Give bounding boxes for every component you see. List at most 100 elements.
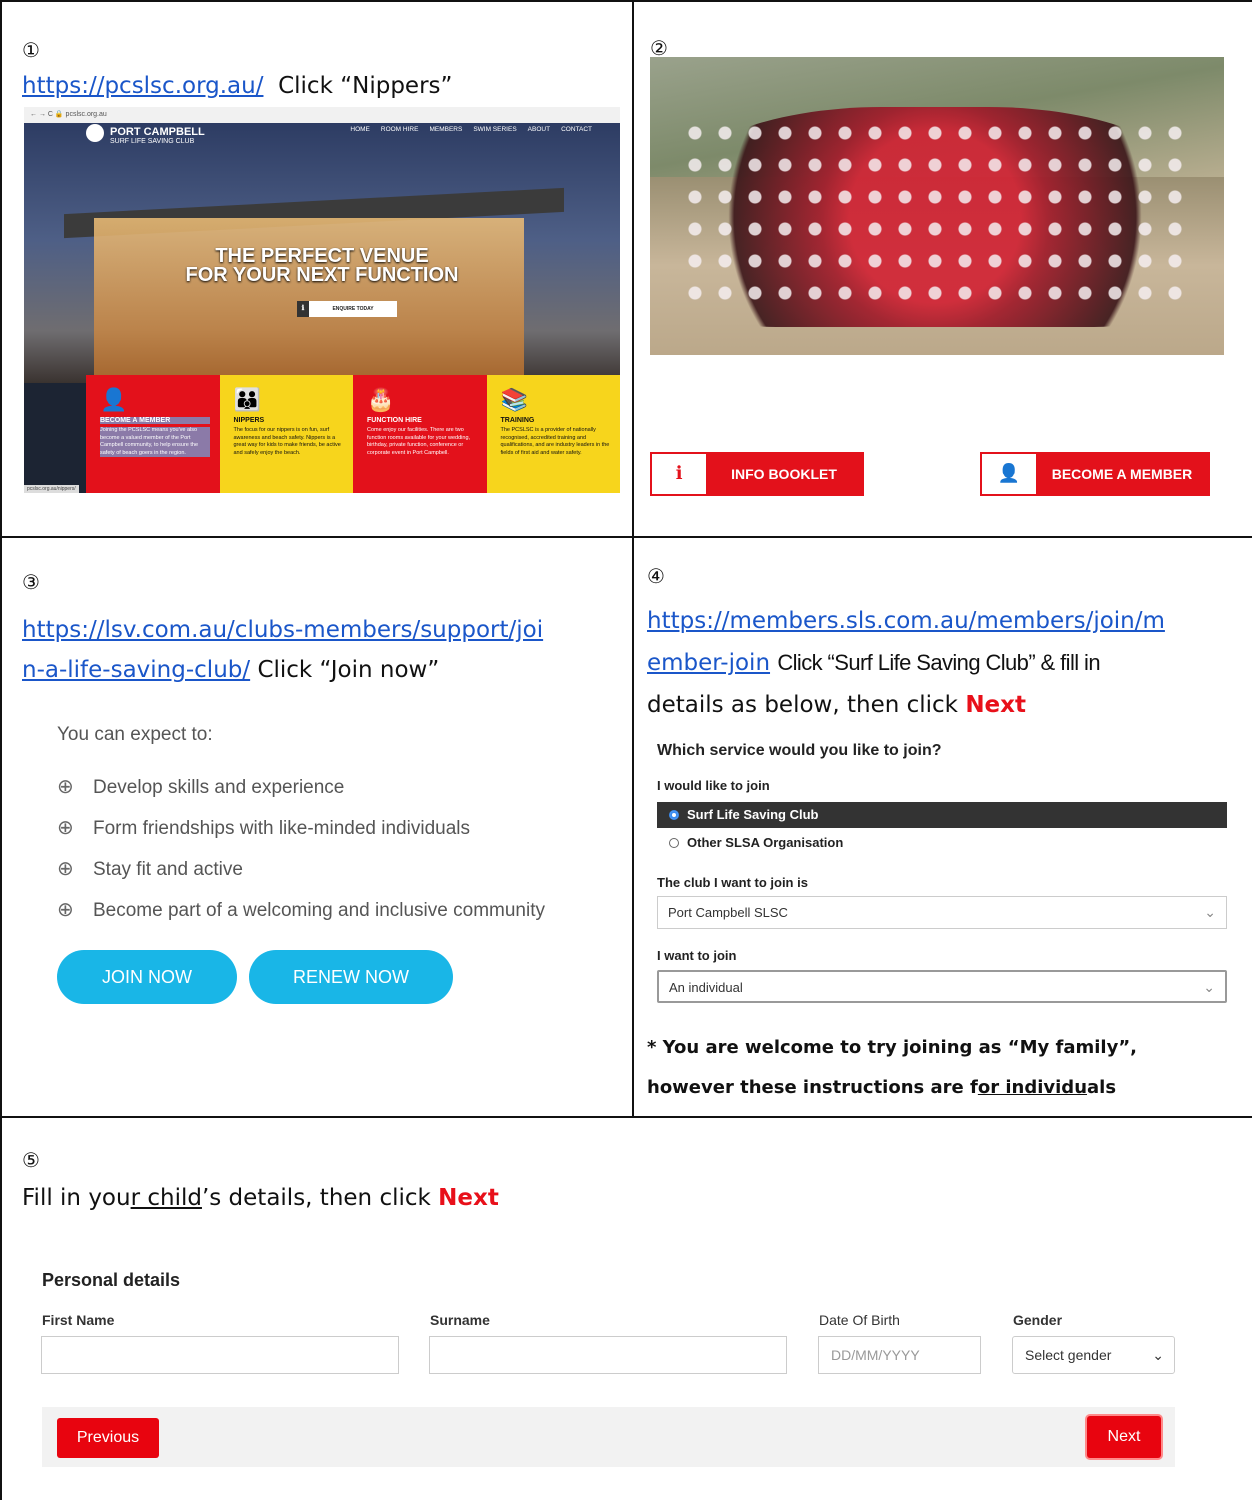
tile-text: The PCSLSC is a provider of nationally r… [500, 427, 610, 456]
step-5-instruction: Fill in your child’s details, then click… [22, 1178, 499, 1218]
note-part: however these instructions are f [647, 1077, 978, 1098]
expect-heading: You can expect to: [57, 724, 213, 745]
step-4-action-a: Click “Surf Life Saving Club” & fill in [777, 650, 1100, 675]
join-type-select[interactable]: An individual ⌄ [657, 970, 1227, 1003]
pcslsc-link[interactable]: https://pcslsc.org.au/ [22, 73, 263, 99]
step-4-action-b: details as below, then click [647, 692, 958, 718]
tile-text: The focus for our nippers is on fun, sur… [233, 427, 341, 456]
personal-details-heading: Personal details [42, 1270, 181, 1290]
step-3-instruction: https://lsv.com.au/clubs-members/support… [22, 610, 543, 690]
info-icon: ℹ [297, 301, 309, 317]
family-note: * You are welcome to try joining as “My … [647, 1028, 1137, 1108]
option-surf-life-saving-club[interactable]: Surf Life Saving Club [657, 802, 1227, 828]
service-question: Which service would you like to join? [657, 742, 942, 759]
step-4-instruction: https://members.sls.com.au/members/join/… [647, 600, 1165, 726]
nav-swim-series[interactable]: SWIM SERIES [473, 126, 516, 133]
nipper-caps [680, 117, 1190, 317]
enquire-button[interactable]: ℹ ENQUIRE TODAY [297, 301, 397, 317]
next-emphasis: Next [438, 1185, 499, 1211]
club-logo[interactable]: PORT CAMPBELL SURF LIFE SAVING CLUB [110, 127, 205, 147]
books-icon: 📚 [500, 387, 528, 412]
list-item: ⊕ Stay fit and active [57, 852, 545, 893]
sls-join-link-part-1[interactable]: https://members.sls.com.au/members/join/… [647, 608, 1165, 634]
tile-training[interactable]: 📚 TRAINING The PCSLSC is a provider of n… [486, 375, 620, 493]
instruction-grid: ① https://pcslsc.org.au/ Click “Nippers”… [0, 0, 1252, 1500]
lifebuoy-icon: ⊕ [57, 899, 74, 921]
lifebuoy-icon: ⊕ [57, 776, 74, 798]
join-now-button[interactable]: JOIN NOW [57, 950, 237, 1004]
become-member-button[interactable]: 👤 BECOME A MEMBER [980, 452, 1210, 496]
step-number: ③ [22, 570, 40, 594]
sls-join-link-part-2[interactable]: ember-join [647, 650, 770, 676]
tile-become-member[interactable]: 👤 BECOME A MEMBER Joining the PCSLSC mea… [86, 375, 220, 493]
surname-input[interactable] [429, 1336, 787, 1374]
benefit-text: Develop skills and experience [93, 777, 345, 798]
tile-function-hire[interactable]: 🎂 FUNCTION HIRE Come enjoy our facilitie… [353, 375, 487, 493]
gender-label: Gender [1013, 1312, 1063, 1328]
hero-line-2: FOR YOUR NEXT FUNCTION [185, 264, 459, 286]
previous-button[interactable]: Previous [57, 1418, 159, 1458]
step-number: ④ [647, 564, 665, 588]
first-name-label: First Name [42, 1312, 115, 1328]
radio-selected-icon [669, 809, 679, 820]
info-icon: ℹ [652, 454, 706, 494]
nav-home[interactable]: HOME [350, 126, 370, 133]
form-nav-bar [42, 1407, 1175, 1467]
renew-now-button[interactable]: RENEW NOW [249, 950, 453, 1004]
info-booklet-button[interactable]: ℹ INFO BOOKLET [650, 452, 864, 496]
pcslsc-screenshot: ← → C 🔒 pcslsc.org.au PORT CAMPBELL SURF… [24, 107, 620, 493]
step-1-instruction: https://pcslsc.org.au/ Click “Nippers” [22, 66, 452, 106]
tile-title: FUNCTION HIRE [367, 417, 422, 424]
tile-nippers[interactable]: 👪 NIPPERS The focus for our nippers is o… [219, 375, 353, 493]
step-5-text: Fill in you [22, 1185, 131, 1211]
radio-icon [669, 837, 679, 848]
become-member-label: BECOME A MEMBER [1051, 466, 1193, 482]
add-user-icon: 👤 [100, 387, 128, 412]
site-nav: HOME ROOM HIRE MEMBERS SWIM SERIES ABOUT… [350, 126, 592, 133]
group-icon: 👪 [233, 387, 261, 412]
chevron-down-icon: ⌄ [1203, 979, 1215, 995]
benefit-text: Form friendships with like-minded indivi… [93, 818, 470, 839]
first-name-input[interactable] [41, 1336, 399, 1374]
list-item: ⊕ Become part of a welcoming and inclusiv… [57, 893, 545, 934]
enquire-label: ENQUIRE TODAY [332, 306, 374, 312]
club-select[interactable]: Port Campbell SLSC ⌄ [657, 896, 1227, 929]
option-label: Other SLSA Organisation [687, 835, 844, 850]
next-button[interactable]: Next [1087, 1416, 1161, 1458]
browser-address-bar[interactable]: ← → C 🔒 pcslsc.org.au [24, 107, 620, 123]
nav-members[interactable]: MEMBERS [429, 126, 462, 133]
cake-icon: 🎂 [367, 387, 395, 412]
nippers-group-photo [650, 57, 1224, 355]
nav-contact[interactable]: CONTACT [561, 126, 592, 133]
dob-label: Date Of Birth [819, 1312, 900, 1328]
lifebuoy-icon: ⊕ [57, 858, 74, 880]
gender-select[interactable]: Select gender ⌄ [1012, 1336, 1175, 1374]
dob-input[interactable]: DD/MM/YYYY [818, 1336, 981, 1374]
lsv-link-part-1[interactable]: https://lsv.com.au/clubs-members/support… [22, 617, 543, 643]
tile-title: TRAINING [500, 417, 535, 424]
list-item: ⊕ Form friendships with like-minded indiv… [57, 811, 545, 852]
note-part: als [1087, 1077, 1117, 1098]
logo-title: PORT CAMPBELL [110, 126, 205, 138]
note-underlined: or individu [977, 1077, 1088, 1098]
logo-subtitle: SURF LIFE SAVING CLUB [110, 138, 195, 145]
tile-text: Come enjoy our facilities. There are two… [367, 427, 471, 456]
nav-about[interactable]: ABOUT [528, 126, 550, 133]
club-logo-icon [86, 124, 104, 142]
lsv-link-part-2[interactable]: n-a-life-saving-club/ [22, 657, 250, 683]
want-label: I want to join [657, 948, 737, 963]
chevron-down-icon: ⌄ [1204, 904, 1216, 920]
option-other-slsa[interactable]: Other SLSA Organisation [657, 830, 1227, 856]
club-value: Port Campbell SLSC [668, 905, 788, 920]
info-booklet-label: INFO BOOKLET [731, 466, 837, 482]
note-line-2: however these instructions are for indiv… [647, 1068, 1137, 1108]
nav-room-hire[interactable]: ROOM HIRE [381, 126, 419, 133]
option-label: Surf Life Saving Club [687, 807, 819, 822]
club-label: The club I want to join is [657, 875, 808, 890]
lifebuoy-icon: ⊕ [57, 817, 74, 839]
step-number: ⑤ [22, 1148, 40, 1172]
status-bar-url: pcslsc.org.au/nippers/ [24, 485, 79, 493]
surname-label: Surname [430, 1312, 490, 1328]
feature-tiles: 👤 BECOME A MEMBER Joining the PCSLSC mea… [86, 375, 620, 493]
step-5-text: ’s details, then click [201, 1185, 431, 1211]
